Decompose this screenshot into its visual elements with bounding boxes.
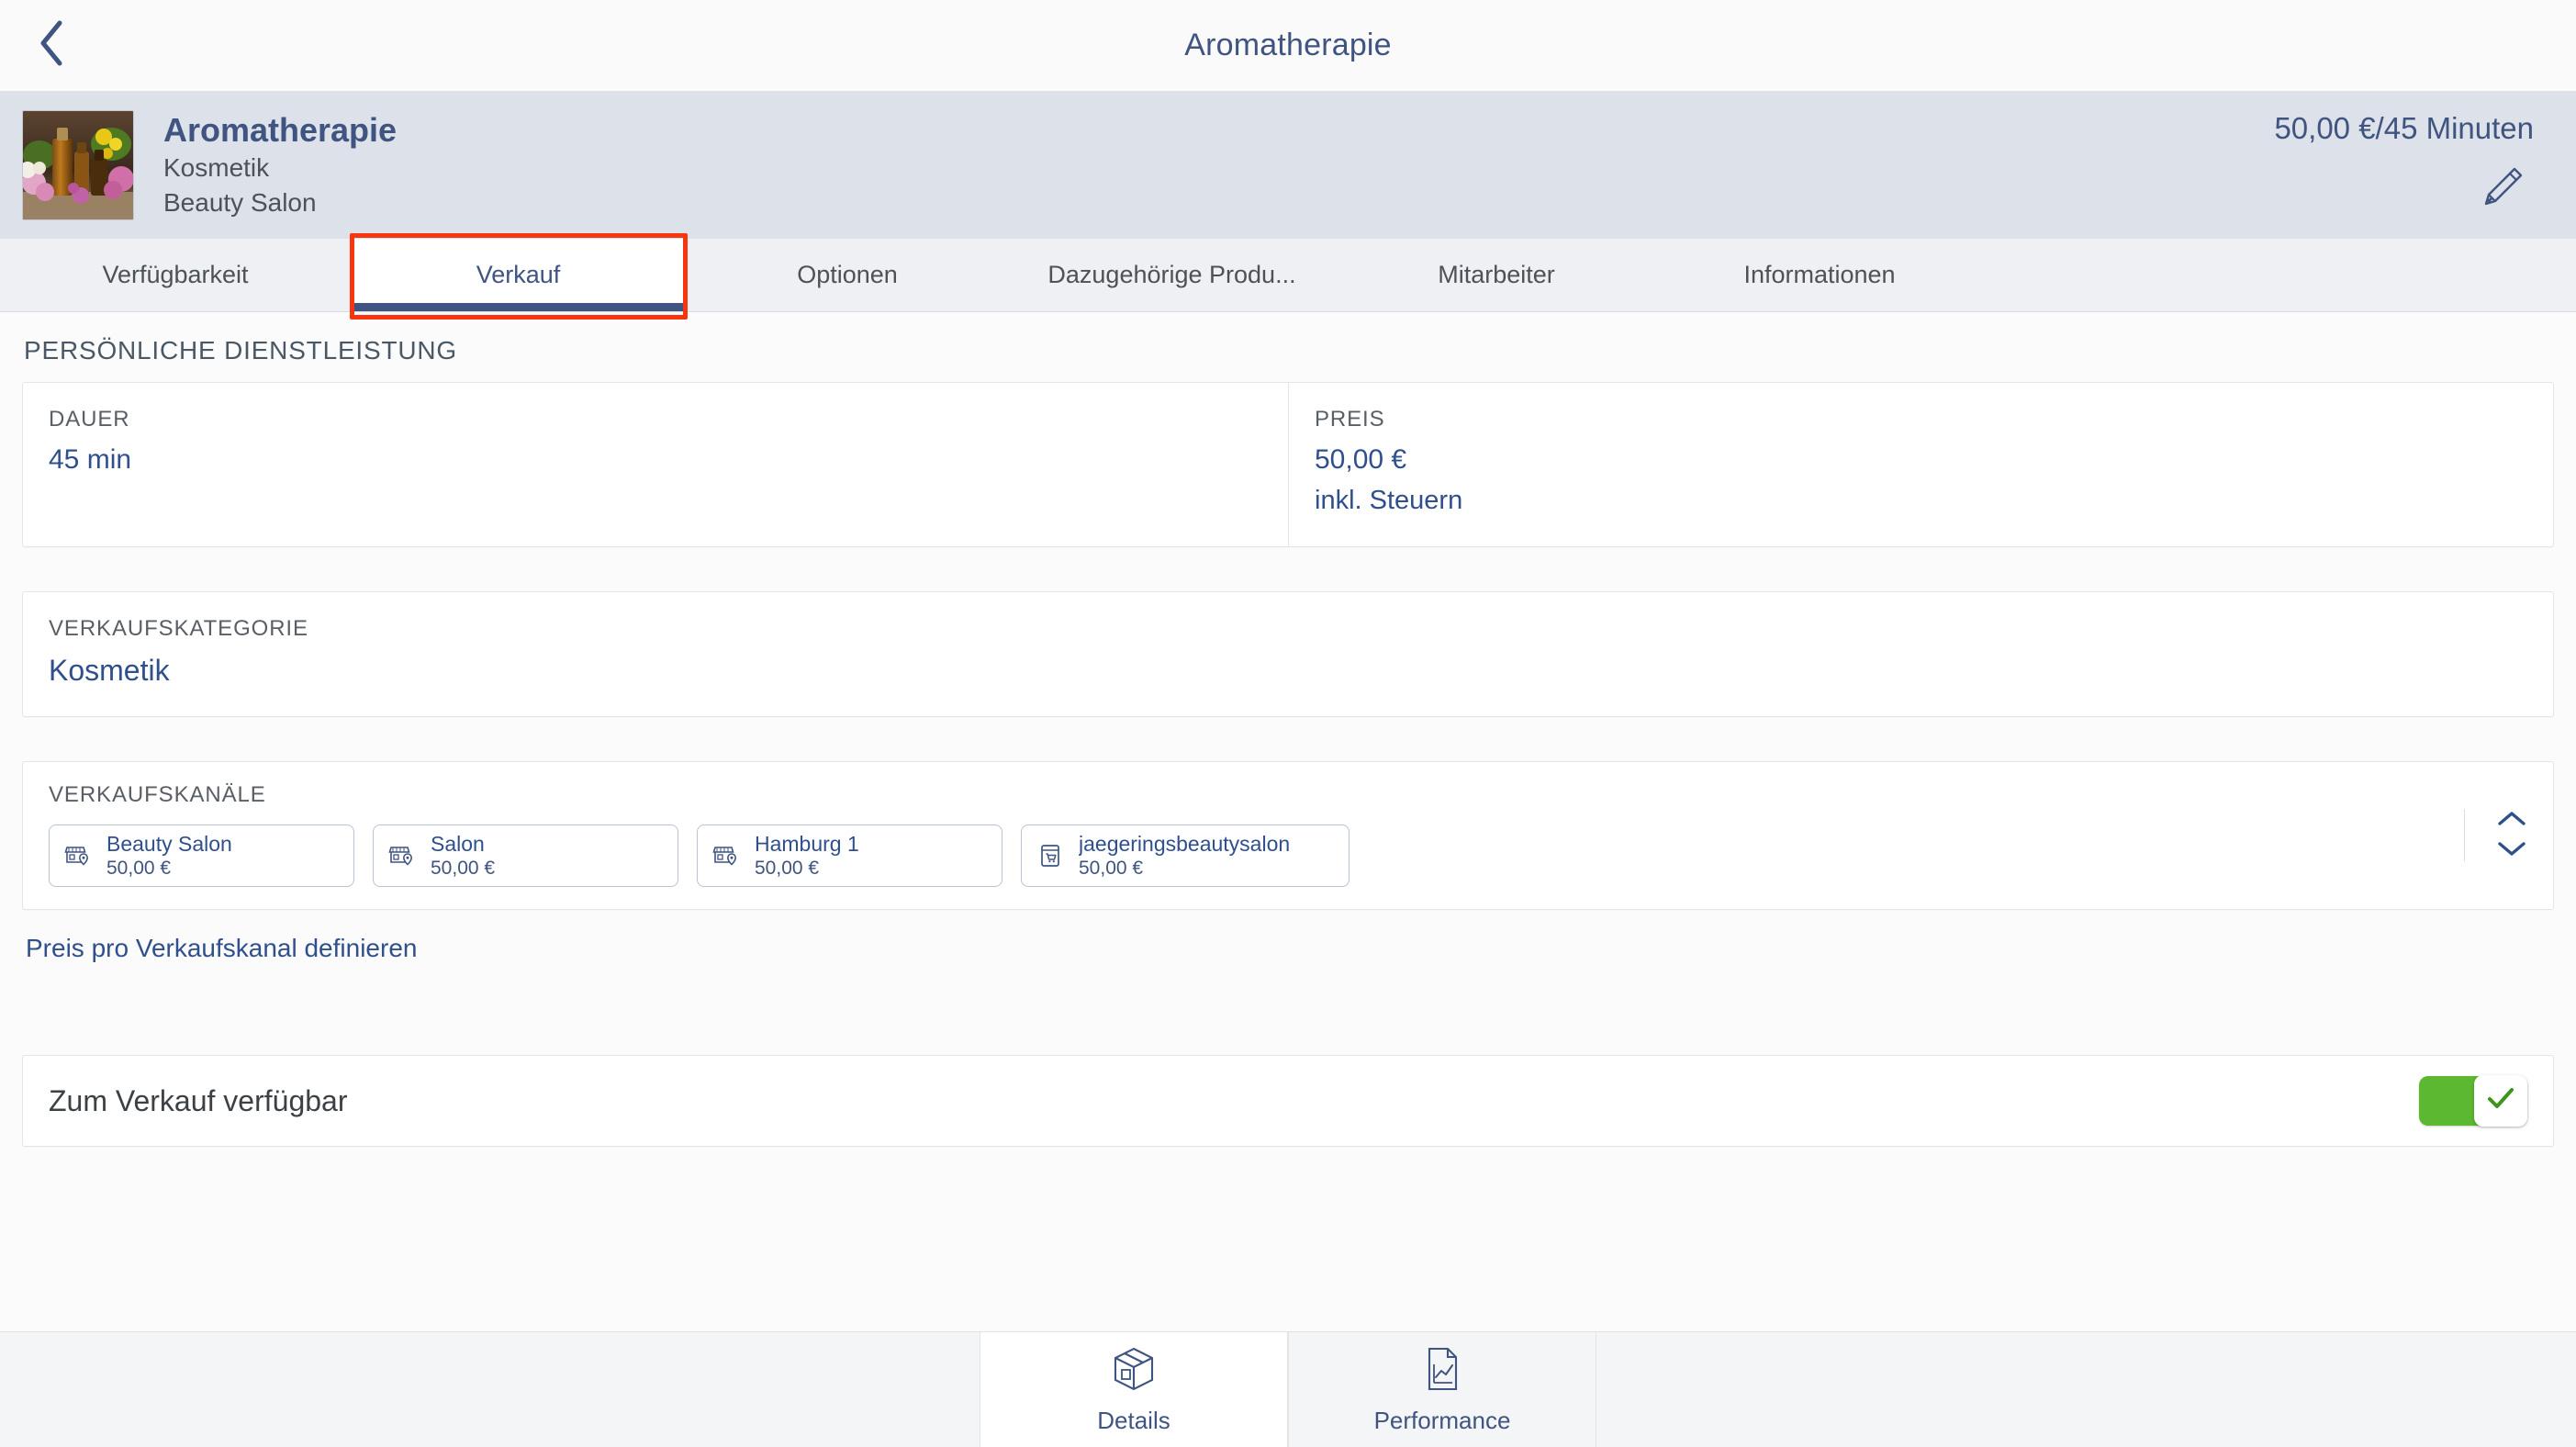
sales-category-card[interactable]: VERKAUFSKATEGORIE Kosmetik — [22, 591, 2554, 718]
tab-verfuegbarkeit[interactable]: Verfügbarkeit — [0, 239, 351, 311]
product-header-right: 50,00 €/45 Minuten — [2274, 92, 2543, 239]
sales-channel-price: 50,00 € — [106, 858, 172, 880]
sales-channel-price: 50,00 € — [755, 858, 820, 880]
product-header: Aromatherapie Kosmetik Beauty Salon 50,0… — [0, 92, 2576, 239]
duration-price-card: DAUER 45 min PREIS 50,00 € inkl. Steuern — [22, 382, 2554, 547]
product-thumbnail — [22, 110, 134, 220]
product-category: Kosmetik — [163, 153, 270, 183]
sales-channel-chip[interactable]: Beauty Salon 50,00 € — [49, 824, 354, 888]
tab-label: Verkauf — [476, 261, 561, 288]
product-meta: Aromatherapie Kosmetik Beauty Salon — [163, 111, 397, 219]
sales-channels-card: VERKAUFSKANÄLE Beauty Salon 50,00 € Salo… — [22, 761, 2554, 911]
sales-channels-stepper[interactable] — [2464, 809, 2527, 863]
price-label: PREIS — [1315, 407, 1385, 432]
bottom-tab-performance[interactable]: Performance — [1288, 1332, 1596, 1447]
tab-verkauf[interactable]: Verkauf — [351, 239, 686, 311]
tab-optionen[interactable]: Optionen — [686, 239, 1009, 311]
edit-button[interactable] — [2477, 163, 2528, 214]
duration-label: DAUER — [49, 407, 130, 432]
available-for-sale-row: Zum Verkauf verfügbar — [22, 1055, 2554, 1148]
define-price-per-channel-link[interactable]: Preis pro Verkaufskanal definieren — [26, 934, 417, 962]
page-title: Aromatherapie — [1184, 28, 1392, 62]
chevron-down-icon[interactable] — [2496, 839, 2527, 862]
app-root: Aromatherapie Aromatherapie Kosmetik Bea… — [0, 0, 2576, 1447]
sales-channel-name: Salon — [431, 832, 485, 857]
back-button[interactable] — [24, 18, 79, 73]
section-heading: PERSÖNLICHE DIENSTLEISTUNG — [24, 336, 457, 365]
bottom-tab-bar: Details Performance — [0, 1331, 2576, 1447]
sales-category-label: VERKAUFSKATEGORIE — [49, 616, 308, 641]
duration-value: 45 min — [49, 444, 132, 475]
tab-mitarbeiter[interactable]: Mitarbeiter — [1335, 239, 1658, 311]
price-value: 50,00 € — [1315, 444, 1407, 475]
bottom-tab-label: Details — [1097, 1406, 1170, 1434]
sales-channel-chip-list: Beauty Salon 50,00 € Salon 50,00 € Hambu… — [49, 824, 2553, 888]
top-navbar: Aromatherapie — [0, 0, 2576, 92]
product-name: Aromatherapie — [163, 110, 398, 149]
sales-channel-text: Hamburg 1 50,00 € — [755, 832, 859, 880]
online-shop-icon — [1035, 842, 1066, 869]
tab-label: Verfügbarkeit — [102, 261, 249, 288]
sales-channel-name: Hamburg 1 — [755, 832, 859, 857]
toggle-knob — [2474, 1075, 2527, 1127]
sales-channel-text: Salon 50,00 € — [431, 832, 495, 880]
sales-channel-chip[interactable]: Hamburg 1 50,00 € — [697, 824, 1002, 888]
chevron-up-icon[interactable] — [2496, 809, 2527, 832]
sales-channel-text: jaegeringsbeautysalon 50,00 € — [1079, 832, 1290, 880]
document-chart-icon — [1421, 1345, 1463, 1397]
store-location-icon — [711, 842, 742, 869]
aromatherapy-photo — [23, 111, 133, 219]
product-price-duration: 50,00 €/45 Minuten — [2274, 111, 2534, 145]
product-location: Beauty Salon — [163, 188, 317, 218]
pencil-icon — [2480, 163, 2526, 214]
sales-channel-text: Beauty Salon 50,00 € — [106, 832, 232, 880]
tab-informationen[interactable]: Informationen — [1658, 239, 1981, 311]
sales-category-value: Kosmetik — [49, 654, 170, 687]
store-location-icon — [62, 842, 94, 869]
box-3d-icon — [1111, 1345, 1157, 1397]
sales-channels-label: VERKAUFSKANÄLE — [49, 782, 266, 808]
sales-channel-price: 50,00 € — [431, 858, 496, 880]
bottom-tab-label: Performance — [1373, 1406, 1511, 1434]
define-price-row: Preis pro Verkaufskanal definieren — [22, 910, 2554, 963]
tab-label: Informationen — [1743, 261, 1896, 288]
available-for-sale-toggle[interactable] — [2419, 1075, 2527, 1127]
bottom-tab-details[interactable]: Details — [980, 1332, 1288, 1447]
tab-label: Mitarbeiter — [1438, 261, 1555, 288]
sales-channel-chip[interactable]: Salon 50,00 € — [373, 824, 678, 888]
duration-cell[interactable]: DAUER 45 min — [23, 383, 1288, 546]
tab-bar: Verfügbarkeit Verkauf Optionen Dazugehör… — [0, 233, 2576, 320]
tab-dazugehoerige-produkte[interactable]: Dazugehörige Produ... — [1009, 239, 1335, 311]
tab-label: Dazugehörige Produ... — [1047, 261, 1296, 288]
tab-label: Optionen — [797, 261, 898, 288]
main-content: PERSÖNLICHE DIENSTLEISTUNG DAUER 45 min … — [0, 312, 2576, 1331]
chevron-left-icon — [36, 19, 67, 72]
price-cell[interactable]: PREIS 50,00 € inkl. Steuern — [1288, 383, 2553, 546]
store-location-icon — [386, 842, 418, 869]
sales-channel-name: jaegeringsbeautysalon — [1079, 832, 1291, 857]
sales-channel-name: Beauty Salon — [106, 832, 232, 857]
sales-channel-price: 50,00 € — [1079, 858, 1144, 880]
check-icon — [2485, 1085, 2516, 1117]
sales-channel-chip[interactable]: jaegeringsbeautysalon 50,00 € — [1021, 824, 1350, 888]
price-tax-note: inkl. Steuern — [1315, 485, 1463, 515]
available-for-sale-label: Zum Verkauf verfügbar — [49, 1083, 348, 1117]
